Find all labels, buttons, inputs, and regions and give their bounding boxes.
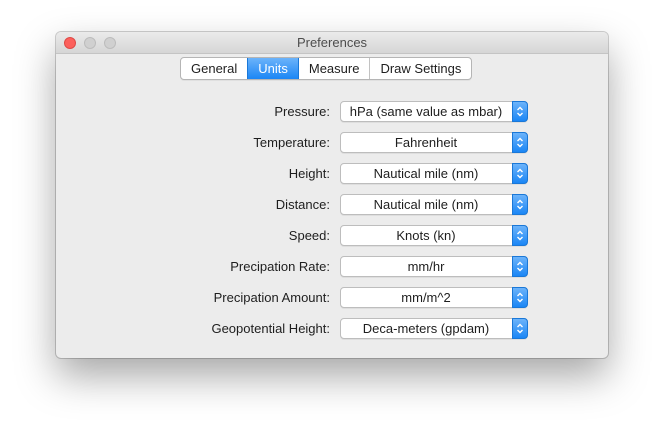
setting-row-precipitation-amount: Precipation Amount: mm/m^2 [56, 287, 608, 309]
speed-label: Speed: [288, 228, 330, 243]
speed-select[interactable]: Knots (kn) [340, 225, 528, 246]
preferences-window: Preferences General Units Measure Draw S… [56, 32, 608, 358]
pressure-value: hPa (same value as mbar) [349, 104, 503, 119]
setting-row-precipitation-rate: Precipation Rate: mm/hr [56, 256, 608, 278]
precipitation-rate-label: Precipation Rate: [230, 259, 330, 274]
setting-row-height: Height: Nautical mile (nm) [56, 163, 608, 185]
geopotential-height-value: Deca-meters (gpdam) [362, 321, 490, 336]
tab-units[interactable]: Units [247, 58, 298, 79]
temperature-value: Fahrenheit [394, 135, 458, 150]
tab-measure[interactable]: Measure [297, 58, 370, 79]
precipitation-amount-label: Precipation Amount: [213, 290, 330, 305]
setting-row-speed: Speed: Knots (kn) [56, 225, 608, 247]
height-label: Height: [288, 166, 330, 181]
height-value: Nautical mile (nm) [373, 166, 479, 181]
precipitation-amount-select[interactable]: mm/m^2 [340, 287, 528, 308]
setting-row-distance: Distance: Nautical mile (nm) [56, 194, 608, 216]
chevron-up-down-icon [512, 194, 528, 215]
geopotential-height-label: Geopotential Height: [211, 321, 330, 336]
chevron-up-down-icon [512, 256, 528, 277]
speed-value: Knots (kn) [396, 228, 456, 243]
precipitation-rate-value: mm/hr [407, 259, 445, 274]
setting-row-temperature: Temperature: Fahrenheit [56, 132, 608, 154]
precipitation-rate-select[interactable]: mm/hr [340, 256, 528, 277]
height-select[interactable]: Nautical mile (nm) [340, 163, 528, 184]
geopotential-height-select[interactable]: Deca-meters (gpdam) [340, 318, 528, 339]
chevron-up-down-icon [512, 287, 528, 308]
chevron-up-down-icon [512, 163, 528, 184]
setting-row-pressure: Pressure: hPa (same value as mbar) [56, 101, 608, 123]
pressure-select[interactable]: hPa (same value as mbar) [340, 101, 528, 122]
pressure-label: Pressure: [274, 104, 330, 119]
tab-bar: General Units Measure Draw Settings [180, 57, 473, 80]
temperature-select[interactable]: Fahrenheit [340, 132, 528, 153]
chevron-up-down-icon [512, 101, 528, 122]
chevron-up-down-icon [512, 225, 528, 246]
tab-general[interactable]: General [181, 58, 247, 79]
precipitation-amount-value: mm/m^2 [401, 290, 451, 305]
distance-value: Nautical mile (nm) [373, 197, 479, 212]
window-title: Preferences [296, 35, 368, 50]
temperature-label: Temperature: [253, 135, 330, 150]
setting-row-geopotential-height: Geopotential Height: Deca-meters (gpdam) [56, 318, 608, 340]
distance-label: Distance: [275, 197, 330, 212]
title-bar[interactable]: Preferences [56, 32, 608, 54]
tab-draw-settings[interactable]: Draw Settings [369, 58, 471, 79]
chevron-up-down-icon [512, 132, 528, 153]
distance-select[interactable]: Nautical mile (nm) [340, 194, 528, 215]
chevron-up-down-icon [512, 318, 528, 339]
